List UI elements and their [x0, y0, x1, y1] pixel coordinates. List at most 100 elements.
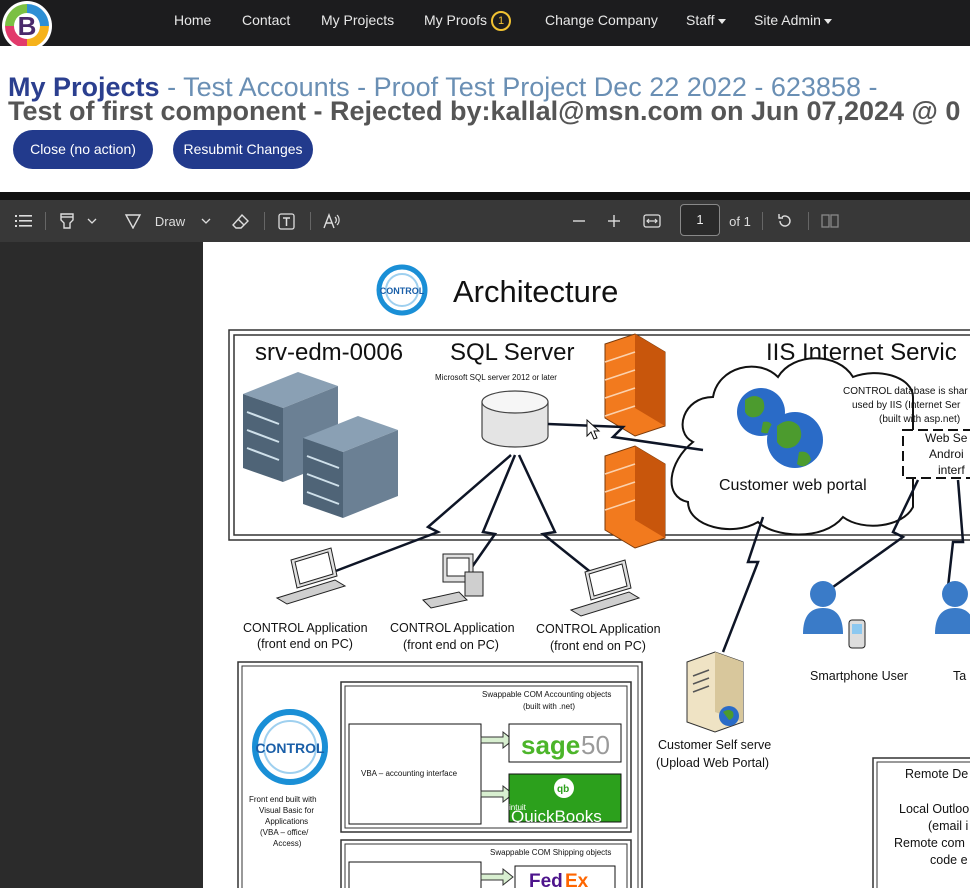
laptop-icon [275, 547, 347, 605]
contents-icon[interactable] [10, 200, 38, 242]
app-label-1-line2: (front end on PC) [257, 637, 353, 651]
fedex-fed: Fed [529, 871, 563, 888]
vba-shipping-box [348, 861, 482, 888]
server-rack-illustration [243, 372, 398, 518]
close-no-action-button[interactable]: Close (no action) [13, 130, 153, 169]
sage-text: sage [521, 730, 580, 760]
shipping-title: Swappable COM Shipping objects [490, 848, 611, 857]
page-total-label: of 1 [729, 213, 751, 229]
resubmit-changes-button[interactable]: Resubmit Changes [173, 130, 313, 169]
logo-text-large: CONTROL [255, 740, 325, 756]
svg-text:B: B [18, 11, 37, 41]
nav-change-company[interactable]: Change Company [545, 11, 658, 29]
smartphone-user-label: Smartphone User [810, 669, 908, 683]
page-number-input[interactable]: 1 [680, 204, 720, 236]
architecture-diagram: CONTROL Architecture srv-edm-0006 SQL Se… [228, 264, 970, 888]
read-aloud-icon[interactable] [320, 200, 344, 242]
logo-text-small: CONTROL [380, 286, 425, 296]
app-label-3-line1: CONTROL Application [536, 622, 661, 636]
nav-site-admin-dropdown[interactable]: Site Admin [754, 11, 832, 29]
zoom-in-icon[interactable] [603, 200, 625, 242]
viewer-divider [0, 192, 970, 200]
accounting-title-2: (built with .net) [523, 702, 575, 711]
laptop-icon [569, 559, 641, 617]
db-shared-text-1: CONTROL database is shar [843, 386, 968, 397]
highlight-icon[interactable] [56, 200, 78, 242]
server-name: srv-edm-0006 [255, 339, 403, 366]
app-label-2-line1: CONTROL Application [390, 621, 515, 635]
toolbar-separator [808, 212, 809, 230]
smartphone-user-icon [803, 581, 866, 649]
viewer-left-gutter [0, 242, 203, 888]
chevron-down-icon[interactable] [84, 200, 100, 242]
page-total: of 1 [728, 200, 752, 242]
app-label-2-line2: (front end on PC) [403, 638, 499, 652]
top-navbar: B Home Contact My Projects My Proofs 1 Ch… [0, 0, 970, 51]
web-services-text-3: interf [938, 463, 965, 477]
self-serve-label-2: (Upload Web Portal) [656, 756, 769, 770]
toolbar-separator [264, 212, 265, 230]
quickbooks-mark: qb [557, 784, 569, 795]
control-logo-large: CONTROL [252, 709, 328, 785]
accounting-title-1: Swappable COM Accounting objects [482, 690, 611, 699]
web-services-text-1: Web Se [925, 431, 968, 445]
arrow-icon [480, 867, 514, 887]
fit-page-icon[interactable] [640, 200, 664, 242]
chevron-down-icon[interactable] [198, 200, 214, 242]
front-end-text-2: Visual Basic for [259, 806, 314, 815]
proof-status-subtitle: Test of first component - Rejected by:ka… [8, 96, 961, 126]
sql-server-label: SQL Server [450, 339, 575, 366]
front-end-text-5: Access) [273, 839, 302, 848]
quickbooks-text: QuickBooks [511, 807, 602, 826]
fedex-ex: Ex [565, 871, 589, 888]
app-label-1-line1: CONTROL Application [243, 621, 368, 635]
nav-home[interactable]: Home [174, 11, 211, 29]
sage-number: 50 [581, 730, 610, 760]
zoom-out-icon[interactable] [568, 200, 590, 242]
remote-text-3: (email i [928, 819, 968, 833]
control-logo-small: CONTROL [376, 264, 428, 316]
nav-staff-dropdown[interactable]: Staff [686, 11, 726, 29]
vba-accounting-label: VBA – accounting interface [361, 769, 458, 778]
self-serve-label-1: Customer Self serve [658, 738, 771, 752]
nav-my-projects[interactable]: My Projects [321, 11, 394, 29]
pdf-page[interactable]: CONTROL Architecture srv-edm-0006 SQL Se… [203, 242, 970, 888]
chevron-down-icon [717, 18, 726, 24]
db-shared-text-2: used by IIS (Internet Ser [852, 400, 961, 411]
web-server-icon [686, 651, 744, 733]
database-icon [481, 390, 549, 448]
mouse-cursor-icon [586, 418, 601, 440]
nav-my-proofs[interactable]: My Proofs 1 [424, 11, 512, 32]
chevron-down-icon [823, 18, 832, 24]
nav-my-proofs-label: My Proofs [424, 12, 488, 28]
web-services-text-2: Androi [929, 447, 964, 461]
remote-text-2: Local Outloo [899, 802, 969, 816]
draw-icon[interactable] [122, 200, 144, 242]
db-shared-text-3: (built with asp.net) [879, 414, 960, 425]
sql-version-label: Microsoft SQL server 2012 or later [435, 373, 557, 382]
diagram-heading: Architecture [453, 274, 618, 309]
text-box-icon[interactable] [275, 200, 297, 242]
front-end-text-3: Applications [265, 817, 308, 826]
remote-text-1: Remote De [905, 767, 968, 781]
eraser-icon[interactable] [230, 200, 252, 242]
nav-contact[interactable]: Contact [242, 11, 290, 29]
front-end-text-1: Front end built with [249, 795, 317, 804]
app-label-3-line2: (front end on PC) [550, 639, 646, 653]
tablet-user-label: Ta [953, 669, 966, 683]
proofs-count-badge: 1 [491, 11, 512, 32]
draw-tool-button[interactable]: Draw [150, 200, 190, 242]
rotate-icon[interactable] [774, 200, 796, 242]
remote-text-5: code e [930, 853, 968, 867]
page-header: My Projects - Test Accounts - Proof Test… [0, 46, 970, 192]
two-page-view-icon[interactable] [818, 200, 842, 242]
tablet-user-icon [935, 581, 970, 634]
arrow-icon [480, 730, 514, 804]
toolbar-separator [762, 212, 763, 230]
nav-site-admin-label: Site Admin [754, 12, 821, 28]
toolbar-separator [310, 212, 311, 230]
remote-text-4: Remote com [894, 836, 965, 850]
draw-label: Draw [154, 213, 186, 229]
customer-portal-label: Customer web portal [719, 477, 867, 494]
pdf-toolbar: Draw of 1 [0, 200, 970, 242]
